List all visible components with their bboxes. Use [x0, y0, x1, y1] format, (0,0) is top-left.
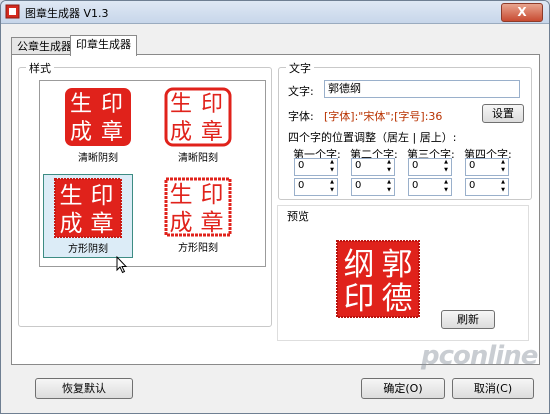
svg-text:生: 生 [170, 92, 192, 117]
stamp-preview-image: 郭 德 纲 印 [336, 240, 420, 318]
text-group-label: 文字 [286, 60, 314, 76]
svg-text:成: 成 [170, 210, 193, 236]
style-option-square-relief[interactable]: 生 印 成 章 方形阳刻 [154, 174, 242, 256]
char2-top-spinner[interactable]: 0 ▲ ▼ [351, 178, 395, 196]
char4-top-spinner[interactable]: 0 ▲ ▼ [465, 178, 509, 196]
style-option-clear-relief[interactable]: 生 印 成 章 清晰阳刻 [154, 84, 242, 166]
spin-up-icon[interactable]: ▲ [499, 159, 507, 166]
svg-text:印: 印 [344, 281, 375, 317]
spin-down-icon[interactable]: ▼ [442, 167, 450, 174]
site-watermark: pconline [421, 341, 538, 371]
tab-panel: 样式 生 印 成 章 清晰阴刻 生 印 成 章 清晰阳刻 生 印 成 章 方形阴… [11, 54, 540, 365]
style-caption: 方形阳刻 [178, 243, 218, 254]
spin-down-icon[interactable]: ▼ [385, 167, 393, 174]
style-caption: 清晰阳刻 [178, 153, 218, 164]
svg-text:纲: 纲 [344, 247, 375, 283]
svg-text:印: 印 [91, 183, 114, 209]
stamp-text-input[interactable]: 郭德纲 [324, 80, 520, 98]
char3-left-spinner[interactable]: 0 ▲ ▼ [408, 158, 452, 176]
char1-top-spinner[interactable]: 0 ▲ ▼ [294, 178, 338, 196]
ok-button[interactable]: 确定(O) [361, 378, 445, 399]
style-caption: 方形阴刻 [68, 244, 108, 255]
style-list: 生 印 成 章 清晰阴刻 生 印 成 章 清晰阳刻 生 印 成 章 方形阴刻 生… [39, 80, 266, 274]
stamp-clear-relief-icon: 生 印 成 章 [164, 87, 232, 147]
char1-left-spinner[interactable]: 0 ▲ ▼ [294, 158, 338, 176]
svg-text:成: 成 [60, 211, 83, 237]
font-settings-button[interactable]: 设置 [482, 104, 524, 123]
stamp-square-intaglio-icon: 生 印 成 章 [54, 178, 122, 238]
spin-up-icon[interactable]: ▲ [385, 179, 393, 186]
spin-down-icon[interactable]: ▼ [499, 187, 507, 194]
svg-text:章: 章 [201, 210, 224, 236]
title-bar: 图章生成器 V1.3 X [1, 1, 549, 24]
spin-up-icon[interactable]: ▲ [385, 159, 393, 166]
svg-text:章: 章 [101, 120, 123, 145]
cancel-button[interactable]: 取消(C) [452, 378, 534, 399]
style-option-square-intaglio[interactable]: 生 印 成 章 方形阴刻 [43, 174, 133, 258]
svg-text:印: 印 [101, 92, 123, 117]
svg-text:印: 印 [201, 182, 224, 208]
spin-up-icon[interactable]: ▲ [328, 179, 336, 186]
reset-default-button[interactable]: 恢复默认 [35, 378, 133, 399]
stamp-clear-intaglio-icon: 生 印 成 章 [65, 88, 131, 146]
mouse-cursor-icon [116, 256, 128, 274]
window-title: 图章生成器 V1.3 [25, 7, 109, 20]
refresh-button[interactable]: 刷新 [441, 310, 495, 329]
svg-text:成: 成 [170, 120, 192, 145]
char2-left-spinner[interactable]: 0 ▲ ▼ [351, 158, 395, 176]
svg-text:郭: 郭 [382, 247, 413, 283]
stamp-app-icon [5, 4, 20, 19]
svg-text:德: 德 [382, 281, 413, 317]
spin-down-icon[interactable]: ▼ [328, 167, 336, 174]
style-caption: 清晰阴刻 [78, 153, 118, 164]
style-option-clear-intaglio[interactable]: 生 印 成 章 清晰阴刻 [54, 84, 142, 166]
app-window: 图章生成器 V1.3 X 公章生成器 印章生成器 样式 生 印 成 章 清晰阴刻 [0, 0, 550, 414]
spin-up-icon[interactable]: ▲ [442, 159, 450, 166]
spin-down-icon[interactable]: ▼ [385, 187, 393, 194]
spin-up-icon[interactable]: ▲ [442, 179, 450, 186]
text-label: 文字: [288, 85, 314, 98]
svg-text:生: 生 [70, 92, 92, 117]
style-group-label: 样式 [26, 60, 54, 76]
spin-down-icon[interactable]: ▼ [442, 187, 450, 194]
spin-down-icon[interactable]: ▼ [328, 187, 336, 194]
preview-box: 郭 德 纲 印 刷新 [277, 205, 529, 341]
char3-top-spinner[interactable]: 0 ▲ ▼ [408, 178, 452, 196]
stamp-square-relief-icon: 生 印 成 章 [164, 177, 232, 237]
svg-text:章: 章 [201, 120, 223, 145]
svg-text:生: 生 [60, 183, 83, 209]
close-button[interactable]: X [501, 3, 543, 22]
tab-stamp-generator[interactable]: 印章生成器 [70, 35, 137, 56]
svg-text:生: 生 [170, 182, 193, 208]
spin-up-icon[interactable]: ▲ [328, 159, 336, 166]
char4-left-spinner[interactable]: 0 ▲ ▼ [465, 158, 509, 176]
position-adjust-title: 四个字的位置调整（居左 | 居上）: [288, 131, 457, 144]
tab-official-seal[interactable]: 公章生成器 [11, 37, 78, 55]
svg-text:章: 章 [91, 211, 114, 237]
font-description: [字体]:"宋体";[字号]:36 [324, 110, 443, 123]
svg-text:印: 印 [201, 92, 223, 117]
font-label: 字体: [288, 110, 314, 123]
spin-up-icon[interactable]: ▲ [499, 179, 507, 186]
svg-text:成: 成 [70, 120, 92, 145]
spin-down-icon[interactable]: ▼ [499, 167, 507, 174]
